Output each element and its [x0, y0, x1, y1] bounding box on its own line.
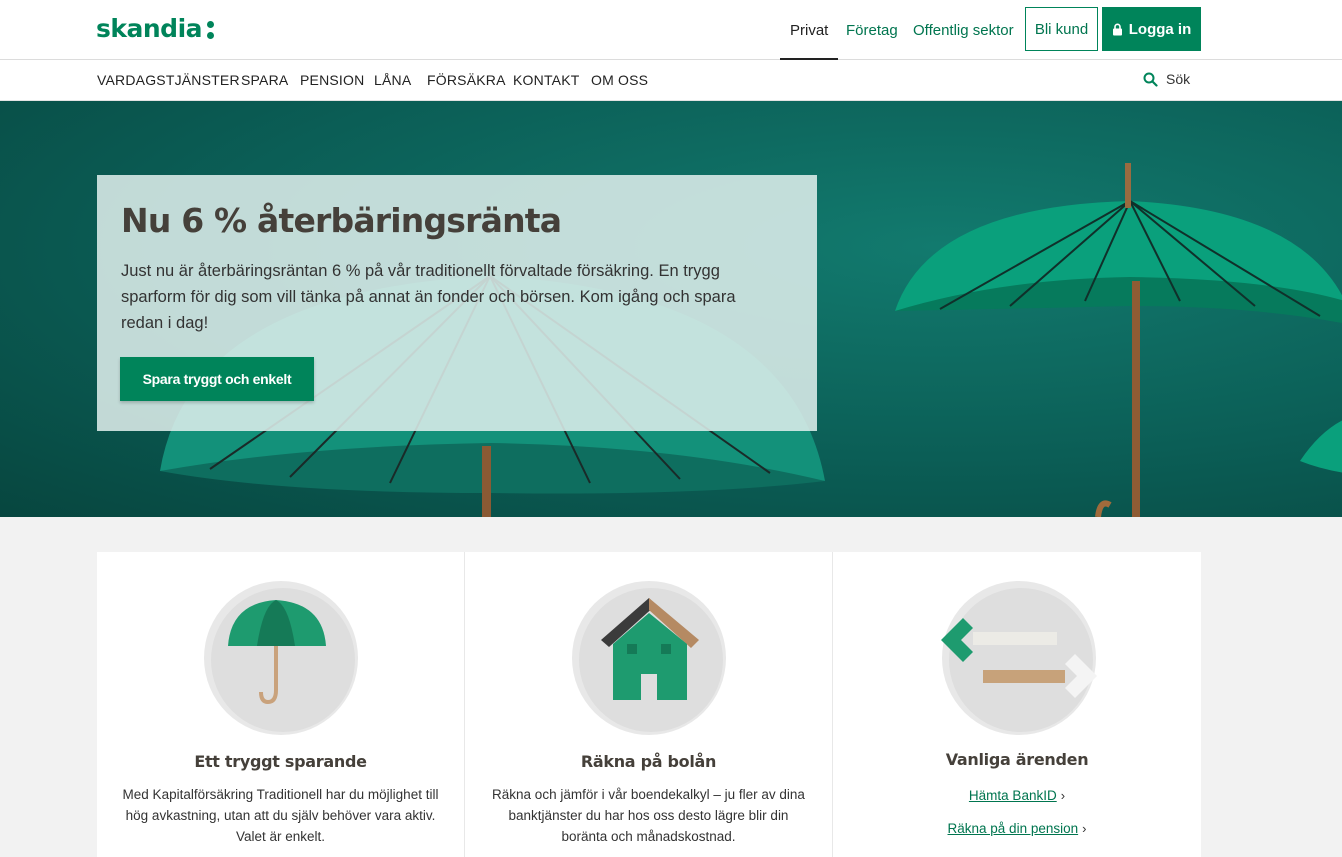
- hero-cta-label: Spara tryggt och enkelt: [142, 371, 292, 387]
- card-description: Räkna och jämför i vår boendekalkyl – ju…: [492, 787, 805, 844]
- card-mortgage[interactable]: Räkna på bolån Räkna och jämför i vår bo…: [465, 552, 833, 857]
- nav-item-lana[interactable]: LÅNA: [374, 72, 411, 88]
- card-common-errands: Vanliga ärenden Hämta BankID › Räkna på d…: [833, 552, 1201, 857]
- nav-item-forsakra[interactable]: FÖRSÄKRA: [427, 72, 506, 88]
- arrows-exchange-icon: [941, 581, 1097, 735]
- logo-colon-mark: [207, 21, 215, 39]
- umbrella-icon: [204, 581, 358, 735]
- nav-item-pension[interactable]: PENSION: [300, 72, 364, 88]
- nav-item-om-oss[interactable]: OM OSS: [591, 72, 648, 88]
- hero-cta-button[interactable]: Spara tryggt och enkelt: [120, 357, 314, 401]
- hero-banner: Nu 6 % återbäringsränta Just nu är återb…: [0, 101, 1342, 517]
- main-navigation: VARDAGSTJÄNSTER SPARA PENSION LÅNA FÖRSÄ…: [0, 60, 1342, 101]
- become-customer-label: Bli kund: [1034, 20, 1089, 38]
- segment-foretag[interactable]: Företag: [846, 0, 898, 60]
- nav-item-kontakt[interactable]: KONTAKT: [513, 72, 579, 88]
- segment-offentlig-sektor[interactable]: Offentlig sektor: [913, 0, 1014, 60]
- link-label: Hämta BankID: [968, 788, 1057, 803]
- segment-label: Privat: [790, 21, 829, 39]
- logo-text: skandia: [96, 14, 203, 43]
- search-label: Sök: [1166, 71, 1191, 87]
- nav-item-spara[interactable]: SPARA: [241, 72, 288, 88]
- card-savings[interactable]: Ett tryggt sparande Med Kapitalförsäkrin…: [97, 552, 465, 857]
- card-description: Med Kapitalförsäkring Traditionell har d…: [122, 787, 439, 844]
- segment-label: Företag: [846, 21, 898, 39]
- card-title: Vanliga ärenden: [945, 750, 1089, 769]
- feature-cards: Ett tryggt sparande Med Kapitalförsäkrin…: [97, 552, 1201, 857]
- hero-content-box: Nu 6 % återbäringsränta Just nu är återb…: [97, 175, 817, 431]
- top-header: skandia Privat Företag Offentlig sektor …: [0, 0, 1342, 61]
- lock-icon: [1112, 23, 1122, 35]
- segment-privat[interactable]: Privat: [779, 0, 839, 61]
- link-hamta-bankid[interactable]: Hämta BankID ›: [833, 788, 1201, 803]
- search-button[interactable]: Sök: [1143, 71, 1190, 87]
- login-button[interactable]: Logga in: [1102, 7, 1201, 51]
- skandia-logo[interactable]: skandia: [96, 14, 215, 43]
- nav-item-vardagstjanster[interactable]: VARDAGSTJÄNSTER: [97, 72, 240, 88]
- hero-title: Nu 6 % återbäringsränta: [121, 201, 562, 240]
- house-icon: [572, 581, 726, 735]
- card-title: Ett tryggt sparande: [194, 752, 367, 771]
- login-label: Logga in: [1128, 20, 1192, 38]
- chevron-right-icon: ›: [1082, 821, 1087, 836]
- link-label: Räkna på din pension: [947, 821, 1079, 836]
- search-icon: [1143, 72, 1158, 87]
- segment-label: Offentlig sektor: [913, 21, 1014, 39]
- become-customer-button[interactable]: Bli kund: [1025, 7, 1098, 51]
- hero-description: Just nu är återbäringsräntan 6 % på vår …: [121, 262, 736, 332]
- link-rakna-pension[interactable]: Räkna på din pension ›: [833, 821, 1201, 836]
- chevron-right-icon: ›: [1060, 788, 1066, 803]
- card-title: Räkna på bolån: [580, 752, 717, 771]
